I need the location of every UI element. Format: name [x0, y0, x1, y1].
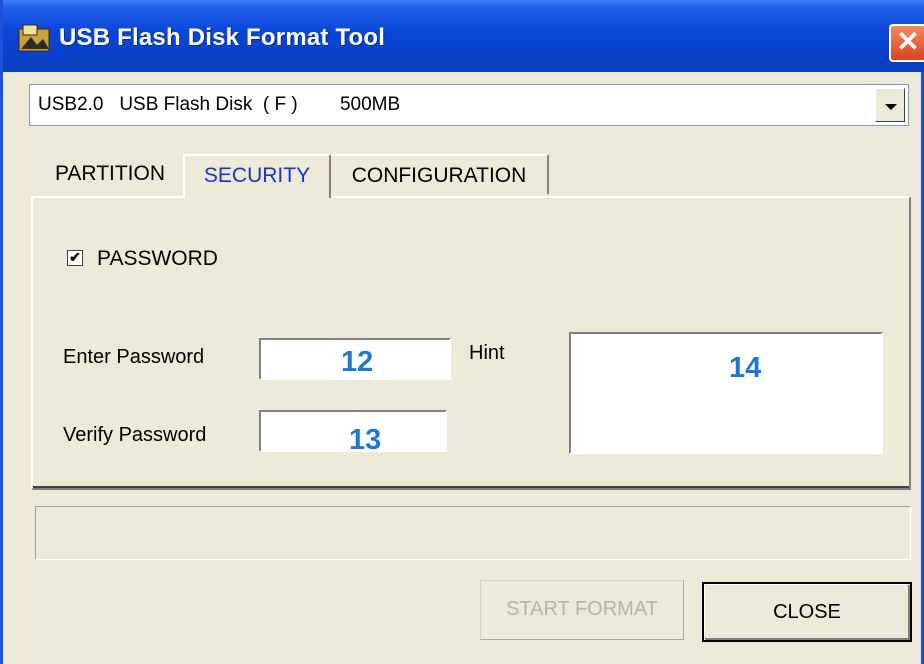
progress-status-bar — [35, 506, 911, 560]
verify-password-marker: 13 — [349, 424, 382, 456]
chevron-down-icon — [885, 104, 897, 110]
password-checkbox-label: PASSWORD — [97, 247, 218, 270]
tab-security[interactable]: SECURITY — [183, 154, 331, 198]
enter-password-marker: 12 — [341, 346, 374, 378]
device-dropdown[interactable]: USB2.0 USB Flash Disk ( F ) 500MB — [29, 84, 909, 126]
tab-partition-label: PARTITION — [54, 162, 166, 185]
close-window-icon[interactable]: ✕ — [889, 24, 924, 62]
tab-partition[interactable]: PARTITION — [39, 154, 181, 194]
verify-password-input[interactable]: 13 — [259, 410, 447, 456]
device-selected-value: USB2.0 USB Flash Disk ( F ) 500MB — [38, 94, 401, 115]
tab-security-label: SECURITY — [203, 164, 311, 187]
close-button[interactable]: CLOSE — [702, 582, 912, 642]
start-format-button[interactable]: START FORMAT — [480, 580, 684, 640]
hint-textarea[interactable]: 14 — [569, 332, 883, 454]
window-title: USB Flash Disk Format Tool — [59, 24, 386, 51]
enter-password-label: Enter Password — [63, 346, 205, 368]
enter-password-input[interactable]: 12 — [259, 338, 451, 380]
password-checkbox[interactable]: ✔ — [67, 250, 83, 266]
verify-password-label: Verify Password — [63, 424, 207, 446]
tab-configuration[interactable]: CONFIGURATION — [331, 154, 549, 194]
app-icon — [18, 24, 50, 52]
app-window: USB Flash Disk Format Tool ✕ USB2.0 USB … — [0, 0, 924, 664]
hint-marker: 14 — [729, 352, 762, 384]
dropdown-button[interactable] — [875, 88, 905, 122]
title-bar[interactable]: USB Flash Disk Format Tool ✕ — [3, 0, 924, 72]
hint-label: Hint — [469, 342, 505, 364]
tab-configuration-label: CONFIGURATION — [351, 164, 527, 187]
